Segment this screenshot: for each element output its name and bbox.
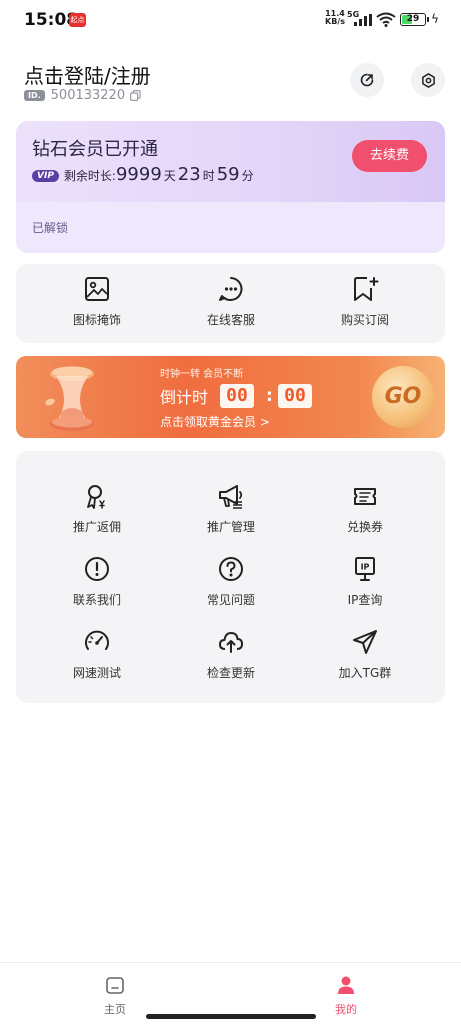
question-circle-icon	[219, 557, 243, 581]
claim-gold-member-link[interactable]: 点击领取黄金会员 >	[160, 413, 270, 430]
id-badge: ID.	[24, 89, 45, 101]
megaphone-icon	[219, 485, 243, 509]
quick-action-online-service[interactable]: 在线客服	[176, 275, 286, 328]
gold-member-promo-banner[interactable]: 时钟一转 会员不断 倒计时 00 : 00 点击领取黄金会员 > GO	[16, 356, 445, 438]
nav-item-label: 我的	[335, 1003, 357, 1016]
speedometer-icon	[85, 630, 109, 650]
vip-card-footer	[16, 202, 445, 253]
battery-icon: 29	[400, 13, 426, 26]
tool-promotion-management[interactable]: 推广管理	[176, 482, 286, 535]
share-button[interactable]	[350, 63, 384, 97]
vip-title: 钻石会员已开通	[32, 139, 158, 160]
tool-referral-commission[interactable]: 推广返佣	[42, 482, 152, 535]
tool-label: 检查更新	[206, 666, 255, 680]
exclamation-circle-icon	[85, 557, 109, 581]
wifi-icon	[376, 12, 396, 27]
days-unit: 天	[163, 169, 176, 183]
tool-check-update[interactable]: 检查更新	[176, 628, 286, 681]
share-icon	[360, 73, 374, 87]
tool-coupon[interactable]: 兑换券	[310, 482, 420, 535]
tool-speed-test[interactable]: 网速测试	[42, 628, 152, 681]
tool-label: 加入TG群	[338, 666, 392, 680]
tool-label: 推广管理	[206, 520, 255, 534]
quick-action-icon-disguise[interactable]: 图标掩饰	[42, 275, 152, 328]
nav-item-home[interactable]: 主页	[85, 975, 145, 1017]
renew-button[interactable]: 去续费	[352, 140, 427, 172]
tool-faq[interactable]: 常见问题	[176, 555, 286, 608]
chat-bubble-icon	[219, 277, 243, 301]
tool-label: 联系我们	[72, 593, 121, 607]
login-register-link[interactable]: 点击登陆/注册	[24, 60, 151, 89]
quick-action-label: 在线客服	[206, 313, 255, 327]
referral-commission-icon	[87, 485, 105, 509]
tool-ip-lookup[interactable]: IP IP查询	[310, 555, 420, 608]
bookmark-add-icon	[354, 277, 379, 301]
copy-icon[interactable]	[130, 89, 141, 101]
vip-tag: VIP	[32, 170, 59, 182]
app-notification-badge: 起点	[69, 13, 86, 27]
cloud-upload-icon	[219, 632, 243, 653]
tool-label: 推广返佣	[72, 520, 121, 534]
quick-action-label: 购买订阅	[340, 313, 389, 327]
status-bar: 15:08 起点 11.4 KB/s 5G 29 ϟ	[0, 0, 461, 40]
gear-icon	[421, 72, 435, 88]
tool-label: 网速测试	[72, 666, 121, 680]
tool-join-tg-group[interactable]: 加入TG群	[310, 628, 420, 681]
remaining-days: 9999	[115, 164, 162, 185]
countdown-colon: :	[266, 386, 273, 406]
paper-plane-icon	[353, 630, 377, 654]
battery-tip	[427, 17, 429, 22]
network-speed: 11.4 KB/s	[325, 10, 345, 26]
cell-signal-icon	[354, 14, 372, 26]
countdown-label: 倒计时	[160, 388, 209, 407]
tool-label: IP查询	[347, 593, 383, 607]
nav-item-label: 主页	[104, 1003, 126, 1016]
svg-text:IP: IP	[361, 563, 370, 572]
remaining-label: 剩余时长:	[63, 169, 116, 183]
minutes-unit: 分	[241, 169, 254, 183]
tools-card: 推广返佣 推广管理 兑换券 联系我们 常见问题 IP IP查询 网速测试 检查更…	[16, 451, 445, 703]
image-icon	[85, 277, 109, 301]
countdown-seconds: 00	[278, 384, 312, 408]
battery-level: 29	[406, 14, 420, 24]
quick-action-label: 图标掩饰	[72, 313, 121, 327]
tool-contact-us[interactable]: 联系我们	[42, 555, 152, 608]
vip-remaining-time: VIP 剩余时长: 9999 天 23 时 59 分	[32, 164, 256, 185]
user-id-number: 500133220	[50, 87, 126, 103]
ip-sign-icon: IP	[355, 557, 375, 581]
vip-membership-card: 钻石会员已开通 VIP 剩余时长: 9999 天 23 时 59 分 去续费 已…	[16, 121, 445, 253]
settings-button[interactable]	[411, 63, 445, 97]
hourglass-icon	[45, 366, 94, 431]
hours-unit: 时	[202, 169, 215, 183]
countdown-minutes: 00	[220, 384, 254, 408]
unlocked-label: 已解锁	[32, 221, 69, 235]
person-icon	[338, 976, 354, 994]
nav-item-mine[interactable]: 我的	[316, 975, 376, 1017]
user-id-row: ID. 500133220	[24, 87, 141, 103]
tool-label: 常见问题	[206, 593, 255, 607]
go-button[interactable]: GO	[372, 366, 434, 428]
remaining-minutes: 59	[216, 164, 240, 185]
coupon-icon	[354, 488, 376, 505]
remaining-hours: 23	[177, 164, 201, 185]
charging-icon: ϟ	[431, 12, 439, 26]
quick-actions-card: 图标掩饰 在线客服 购买订阅	[16, 264, 445, 343]
network-speed-unit: KB/s	[325, 17, 345, 26]
home-icon	[106, 977, 124, 994]
promo-slogan: 时钟一转 会员不断	[160, 369, 244, 380]
tool-label: 兑换券	[346, 520, 383, 534]
gesture-home-bar[interactable]	[146, 1014, 316, 1019]
quick-action-buy-subscription[interactable]: 购买订阅	[310, 275, 420, 328]
